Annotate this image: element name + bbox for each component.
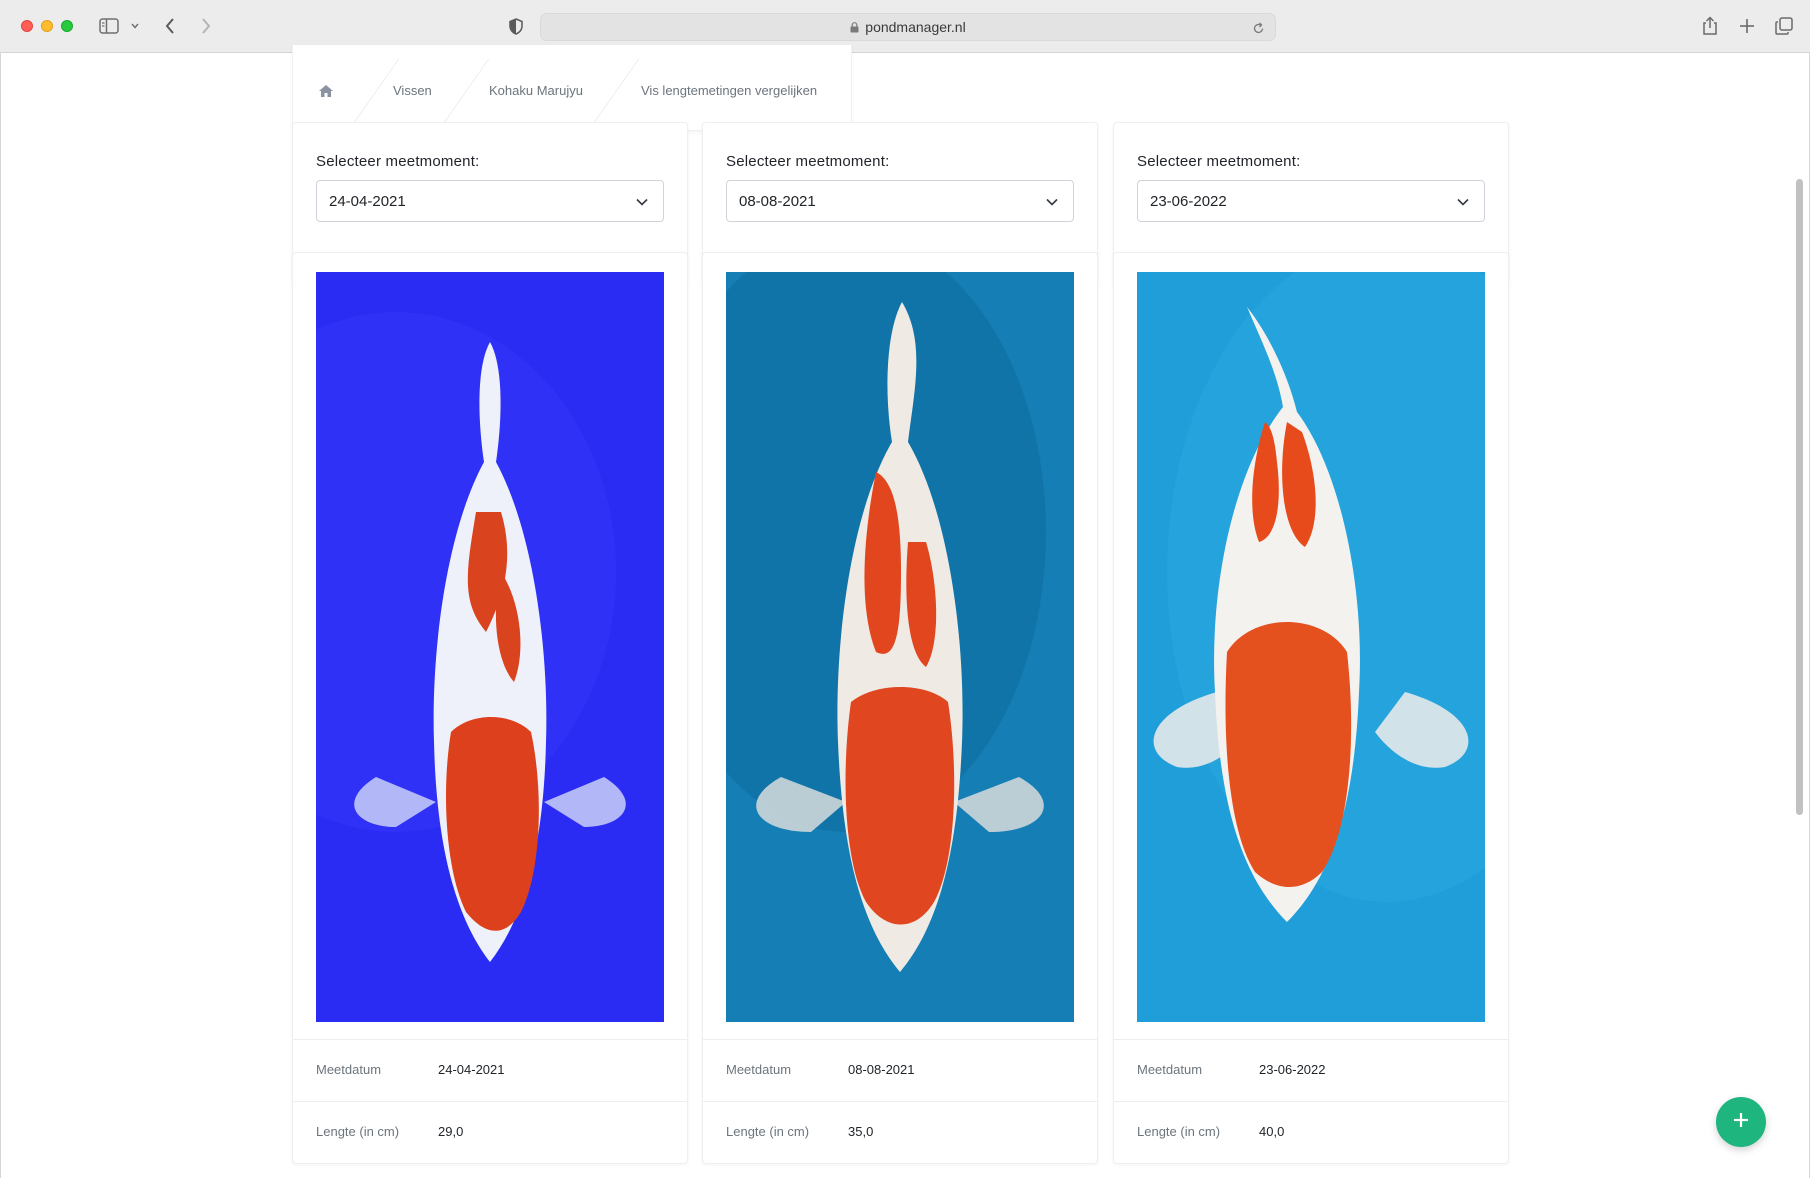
share-icon[interactable] — [1700, 14, 1720, 38]
breadcrumb-current: Vis lengtemetingen vergelijken — [641, 83, 818, 98]
breadcrumb-separator — [587, 59, 640, 131]
close-window-button[interactable] — [21, 20, 33, 32]
scrollbar-thumb[interactable] — [1796, 179, 1803, 815]
tab-overview-icon[interactable] — [1774, 14, 1794, 38]
chevron-down-icon — [1456, 194, 1470, 213]
chevron-down-icon — [635, 194, 649, 213]
meta-row-length: Lengte (in cm) 35,0 — [703, 1101, 1097, 1163]
breadcrumb-separator — [437, 59, 490, 131]
select-value: 08-08-2021 — [739, 192, 816, 210]
meta-date-label: Meetdatum — [1137, 1062, 1203, 1077]
meta-length-label: Lengte (in cm) — [1137, 1124, 1221, 1139]
plus-icon — [1732, 1111, 1750, 1133]
select-value: 24-04-2021 — [329, 192, 406, 210]
zoom-window-button[interactable] — [61, 20, 73, 32]
scrollbar[interactable] — [1795, 53, 1807, 1178]
select-value: 23-06-2022 — [1150, 192, 1227, 210]
meta-date-value: 23-06-2022 — [1259, 1062, 1326, 1077]
browser-toolbar: pondmanager.nl — [0, 0, 1810, 53]
meta-date-value: 24-04-2021 — [438, 1062, 505, 1077]
meta-row-length: Lengte (in cm) 40,0 — [1114, 1101, 1508, 1163]
forward-icon[interactable] — [196, 14, 216, 38]
page-viewport: Vissen Kohaku Marujyu Vis lengtemetingen… — [0, 45, 1810, 1178]
reload-icon[interactable] — [1252, 20, 1265, 39]
meta-length-label: Lengte (in cm) — [726, 1124, 810, 1139]
meta-length-label: Lengte (in cm) — [316, 1124, 400, 1139]
breadcrumb-fish[interactable]: Kohaku Marujyu — [489, 83, 583, 98]
breadcrumb-separator — [347, 59, 400, 131]
url-text: pondmanager.nl — [865, 19, 966, 35]
lock-icon — [850, 18, 859, 37]
back-icon[interactable] — [160, 14, 180, 38]
address-bar[interactable]: pondmanager.nl — [540, 13, 1276, 41]
meta-date-value: 08-08-2021 — [848, 1062, 915, 1077]
meta-length-value: 35,0 — [848, 1124, 874, 1139]
minimize-window-button[interactable] — [41, 20, 53, 32]
meta-row-date: Meetdatum 24-04-2021 — [293, 1039, 687, 1101]
measurement-select[interactable]: 24-04-2021 — [316, 180, 664, 222]
selector-label: Selecteer meetmoment: — [726, 153, 890, 170]
measurement-card: Meetdatum 24-04-2021 Lengte (in cm) 29,0 — [292, 252, 688, 1164]
meta-length-value: 29,0 — [438, 1124, 464, 1139]
koi-photo — [726, 272, 1074, 1022]
privacy-shield-icon[interactable] — [506, 14, 526, 38]
selector-label: Selecteer meetmoment: — [1137, 153, 1301, 170]
meta-length-value: 40,0 — [1259, 1124, 1285, 1139]
breadcrumb: Vissen Kohaku Marujyu Vis lengtemetingen… — [292, 45, 852, 131]
meta-row-date: Meetdatum 23-06-2022 — [1114, 1039, 1508, 1101]
meta-date-label: Meetdatum — [726, 1062, 792, 1077]
home-icon[interactable] — [318, 83, 334, 102]
meta-date-label: Meetdatum — [316, 1062, 382, 1077]
meta-row-length: Lengte (in cm) 29,0 — [293, 1101, 687, 1163]
selector-label: Selecteer meetmoment: — [316, 153, 480, 170]
meta-row-date: Meetdatum 08-08-2021 — [703, 1039, 1097, 1101]
measurement-card: Meetdatum 08-08-2021 Lengte (in cm) 35,0 — [702, 252, 1098, 1164]
koi-photo — [316, 272, 664, 1022]
measurement-select[interactable]: 23-06-2022 — [1137, 180, 1485, 222]
koi-photo — [1137, 272, 1485, 1022]
chevron-down-icon[interactable] — [128, 14, 142, 38]
measurement-card: Meetdatum 23-06-2022 Lengte (in cm) 40,0 — [1113, 252, 1509, 1164]
add-measurement-button[interactable] — [1716, 1097, 1766, 1147]
chevron-down-icon — [1045, 194, 1059, 213]
breadcrumb-vissen[interactable]: Vissen — [393, 83, 432, 98]
sidebar-toggle-icon[interactable] — [97, 14, 121, 38]
measurement-select[interactable]: 08-08-2021 — [726, 180, 1074, 222]
new-tab-icon[interactable] — [1737, 14, 1757, 38]
